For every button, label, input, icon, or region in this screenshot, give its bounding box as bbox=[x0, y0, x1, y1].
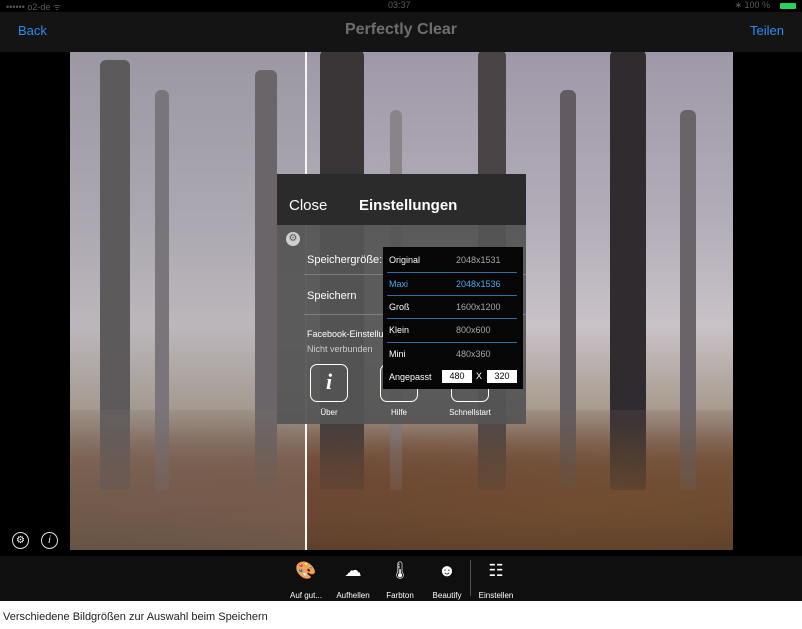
custom-width-input[interactable]: 480 bbox=[442, 370, 472, 383]
size-option-maxi[interactable]: Maxi 2048x1536 bbox=[383, 273, 523, 295]
gear-icon: ⚙ bbox=[286, 232, 300, 246]
close-button[interactable]: Close bbox=[289, 197, 327, 214]
size-separator: X bbox=[476, 371, 483, 381]
size-option-klein[interactable]: Klein 800x600 bbox=[383, 319, 523, 341]
app-title: Perfectly Clear bbox=[344, 21, 458, 38]
app-window: •••••• o2-de ᯤ 03:37 ∗ 100 % Back Perfec… bbox=[0, 0, 802, 601]
settings-gear-icon[interactable]: ⚙ bbox=[12, 532, 29, 549]
size-dropdown: Original 2048x1531 Maxi 2048x1536 Groß 1… bbox=[383, 247, 523, 389]
battery-icon bbox=[780, 3, 796, 9]
settings-title: Einstellungen bbox=[359, 197, 458, 214]
original-half bbox=[70, 52, 306, 550]
facebook-status: Nicht verbunden bbox=[307, 344, 373, 354]
storage-size-label[interactable]: Speichergröße: bbox=[307, 254, 382, 266]
size-option-original[interactable]: Original 2048x1531 bbox=[383, 249, 523, 271]
status-bar: •••••• o2-de ᯤ 03:37 ∗ 100 % bbox=[0, 0, 802, 12]
save-button[interactable]: Speichern bbox=[307, 290, 357, 302]
bottom-toolbar: 🎨 Auf gut... ☁ Aufhellen 🌡 Farbton ☻ Bea… bbox=[0, 556, 802, 601]
size-option-gross[interactable]: Groß 1600x1200 bbox=[383, 296, 523, 318]
size-option-mini[interactable]: Mini 480x360 bbox=[383, 343, 523, 365]
custom-size-label: Angepasst bbox=[389, 372, 432, 382]
navigation-bar: Back Perfectly Clear Teilen bbox=[0, 12, 802, 52]
face-icon: ☻ bbox=[438, 561, 456, 580]
settings-header: Close Einstellungen bbox=[277, 174, 526, 225]
adjust-button[interactable]: ☷ Einstellen bbox=[468, 561, 524, 600]
share-button[interactable]: Teilen bbox=[750, 23, 784, 38]
size-option-custom[interactable]: Angepasst 480 X 320 bbox=[383, 367, 523, 387]
sliders-icon: ☷ bbox=[488, 561, 504, 580]
info-tile-label: Über bbox=[320, 408, 338, 417]
info-tile[interactable]: i bbox=[310, 364, 348, 402]
image-caption: Verschiedene Bildgrößen zur Auswahl beim… bbox=[3, 611, 268, 623]
info-icon: i bbox=[325, 369, 333, 394]
facebook-settings-label[interactable]: Facebook-Einstellu bbox=[307, 329, 384, 339]
quickstart-tile-label: Schnellstart bbox=[449, 408, 491, 417]
custom-height-input[interactable]: 320 bbox=[487, 370, 517, 383]
help-tile-label: Hilfe bbox=[390, 408, 407, 417]
beautify-button[interactable]: ☻ Beautify bbox=[419, 561, 475, 600]
status-time: 03:37 bbox=[388, 0, 411, 10]
info-circle-icon[interactable]: i bbox=[41, 532, 58, 549]
battery-percent: ∗ 100 % bbox=[734, 0, 770, 10]
